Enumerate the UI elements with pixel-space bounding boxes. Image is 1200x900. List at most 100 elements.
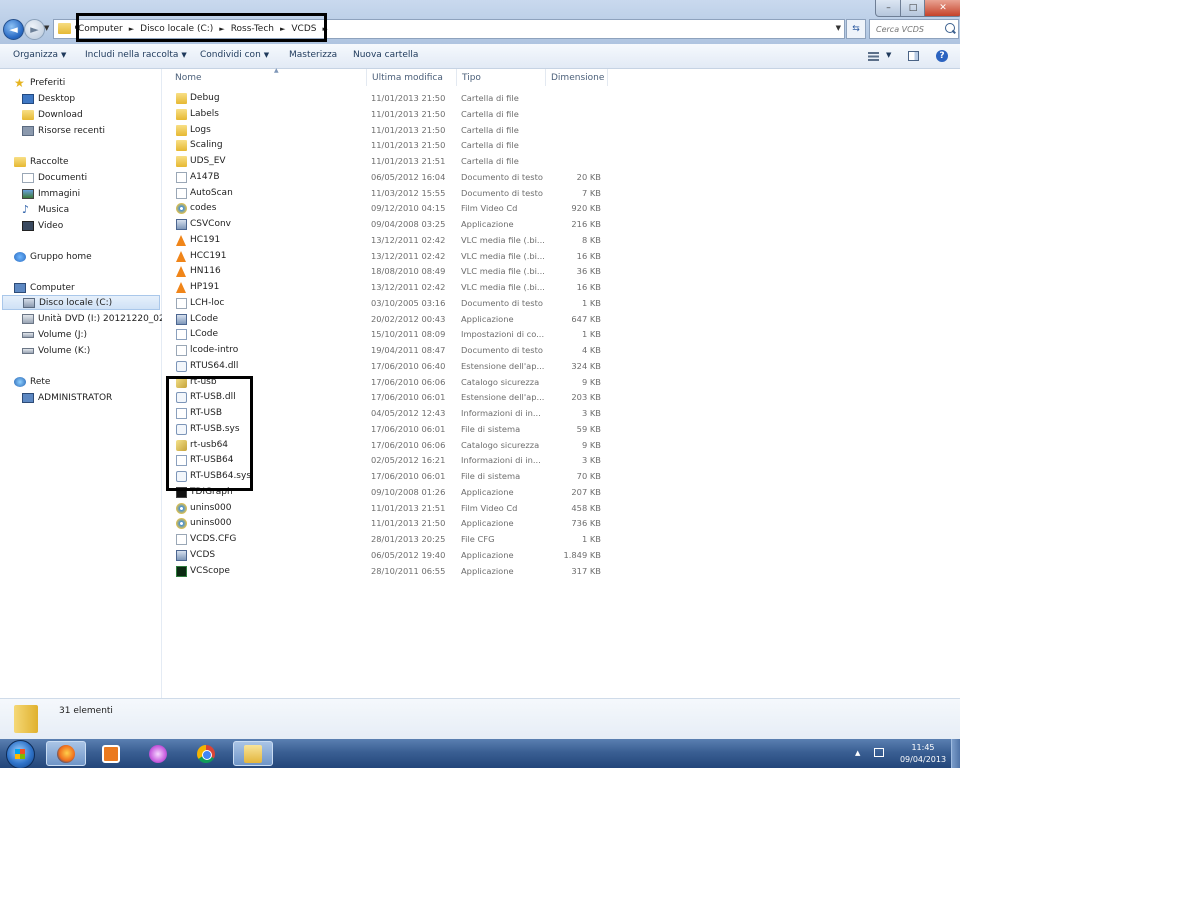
file-row[interactable]: HC191 13/12/2011 02:42 VLC media file (.bi… xyxy=(172,233,622,249)
organize-menu[interactable]: Organizza ▼ xyxy=(13,50,66,60)
clock-time[interactable]: 11:45 xyxy=(895,743,951,752)
file-row[interactable]: HP191 13/12/2011 02:42 VLC media file (.bi… xyxy=(172,280,622,296)
nav-music[interactable]: ♪ Musica xyxy=(22,202,69,217)
preview-pane-icon[interactable] xyxy=(908,51,919,61)
nav-homegroup-label: Gruppo home xyxy=(30,251,92,262)
nav-favorites[interactable]: ★ Preferiti xyxy=(14,75,65,90)
file-row[interactable]: Scaling 11/01/2013 21:50 Cartella di file xyxy=(172,138,622,154)
file-row[interactable]: Labels 11/01/2013 21:50 Cartella di file xyxy=(172,107,622,123)
action-center-flag-icon[interactable] xyxy=(874,748,884,757)
refresh-button[interactable]: ⇆ xyxy=(846,19,866,39)
forward-button[interactable]: ► xyxy=(24,19,45,40)
file-row[interactable]: codes 09/12/2010 04:15 Film Video Cd 920 KB xyxy=(172,201,622,217)
taskbar-media-player[interactable] xyxy=(91,741,131,766)
chevron-down-icon[interactable]: ▼ xyxy=(886,51,891,59)
file-row[interactable]: UDS_EV 11/01/2013 21:51 Cartella di file xyxy=(172,154,622,170)
search-input[interactable] xyxy=(870,20,948,38)
file-row[interactable]: Logs 11/01/2013 21:50 Cartella di file xyxy=(172,123,622,139)
address-history-dropdown-icon[interactable]: ▼ xyxy=(836,24,841,32)
file-type: Informazioni di in... xyxy=(461,455,541,466)
taskbar-chrome[interactable] xyxy=(186,741,226,766)
column-type-label: Tipo xyxy=(462,72,481,83)
file-row[interactable]: RTUS64.dll 17/06/2010 06:40 Estensione del… xyxy=(172,359,622,375)
file-modified: 11/01/2013 21:50 xyxy=(371,518,446,529)
nav-video[interactable]: Video xyxy=(22,218,63,233)
search-icon[interactable] xyxy=(945,23,955,33)
file-size: 216 KB xyxy=(571,219,601,229)
file-type: Applicazione xyxy=(461,549,514,560)
nav-computer[interactable]: Computer xyxy=(14,280,75,295)
file-row[interactable]: VCDS.CFG 28/01/2013 20:25 File CFG 1 KB xyxy=(172,532,622,548)
nav-video-label: Video xyxy=(38,220,64,231)
clock-date[interactable]: 09/04/2013 xyxy=(895,755,951,764)
file-row[interactable]: A147B 06/05/2012 16:04 Documento di testo 2… xyxy=(172,170,622,186)
close-button[interactable]: ✕ xyxy=(924,0,960,17)
column-header-size[interactable]: Dimensione xyxy=(546,69,608,86)
nav-volume-j[interactable]: Volume (J:) xyxy=(22,327,87,342)
help-icon[interactable]: ? xyxy=(936,50,948,62)
file-row[interactable]: CSVConv 09/04/2008 03:25 Applicazione 216 K… xyxy=(172,217,622,233)
file-row[interactable]: VCDS 06/05/2012 19:40 Applicazione 1.849 KB xyxy=(172,548,622,564)
show-hidden-icons-icon[interactable]: ▲ xyxy=(855,749,860,757)
sort-ascending-icon: ▲ xyxy=(274,67,279,74)
file-modified: 09/12/2010 04:15 xyxy=(371,203,446,214)
taskbar-firefox[interactable] xyxy=(46,741,86,766)
nav-network[interactable]: Rete xyxy=(14,374,50,389)
burn-button[interactable]: Masterizza xyxy=(289,50,337,60)
file-row[interactable]: HN116 18/08/2010 08:49 VLC media file (.bi… xyxy=(172,264,622,280)
nav-desktop[interactable]: Desktop xyxy=(22,91,75,106)
details-pane: 31 elementi xyxy=(0,698,960,740)
nav-dvd[interactable]: Unità DVD (I:) 20121220_0205 xyxy=(22,311,176,326)
file-row[interactable]: lcode-intro 19/04/2011 08:47 Documento di … xyxy=(172,343,622,359)
recent-pages-dropdown-icon[interactable]: ▼ xyxy=(44,24,49,32)
maximize-button[interactable]: □ xyxy=(900,0,926,17)
include-in-library-menu[interactable]: Includi nella raccolta ▼ xyxy=(85,50,187,60)
file-modified: 28/01/2013 20:25 xyxy=(371,534,446,544)
taskbar-explorer[interactable] xyxy=(233,741,273,766)
file-modified: 28/10/2011 06:55 xyxy=(371,565,446,576)
file-row[interactable]: HCC191 13/12/2011 02:42 VLC media file (.b… xyxy=(172,249,622,265)
file-row[interactable]: LCode 15/10/2011 08:09 Impostazioni di co.… xyxy=(172,327,622,343)
nav-documents[interactable]: Documenti xyxy=(22,170,87,185)
file-modified: 03/10/2005 03:16 xyxy=(371,297,446,308)
file-name: HN116 xyxy=(190,266,221,277)
show-desktop-button[interactable] xyxy=(951,739,960,768)
start-button[interactable] xyxy=(6,740,35,768)
file-name: unins000 xyxy=(190,502,232,513)
minimize-button[interactable]: – xyxy=(875,0,902,17)
file-name: CSVConv xyxy=(190,219,231,229)
file-size: 647 KB xyxy=(571,313,601,324)
column-header-type[interactable]: Tipo xyxy=(457,69,546,86)
nav-homegroup[interactable]: Gruppo home xyxy=(14,249,92,264)
change-view-icon[interactable] xyxy=(868,52,879,61)
new-folder-button[interactable]: Nuova cartella xyxy=(353,50,418,60)
share-with-menu[interactable]: Condividi con ▼ xyxy=(200,50,269,60)
nav-volume-k[interactable]: Volume (K:) xyxy=(22,343,90,358)
back-button[interactable]: ◄ xyxy=(3,19,24,40)
file-row[interactable]: LCode 20/02/2012 00:43 Applicazione 647 KB xyxy=(172,312,622,328)
file-row[interactable]: LCH-loc 03/10/2005 03:16 Documento di test… xyxy=(172,296,622,312)
nav-administrator[interactable]: ADMINISTRATOR xyxy=(22,390,112,405)
nav-computer-label: Computer xyxy=(30,282,75,293)
file-row[interactable]: AutoScan 11/03/2012 15:55 Documento di tes… xyxy=(172,186,622,202)
column-header-name[interactable]: Nome ▲ xyxy=(170,67,367,86)
column-header-modified[interactable]: Ultima modifica xyxy=(367,69,457,86)
file-modified: 13/12/2011 02:42 xyxy=(371,250,446,261)
nav-disk-c[interactable]: Disco locale (C:) xyxy=(2,295,160,310)
file-row[interactable]: unins000 11/01/2013 21:50 Applicazione 736 … xyxy=(172,516,622,532)
taskbar-messenger[interactable] xyxy=(138,741,178,766)
nav-libraries[interactable]: Raccolte xyxy=(14,154,69,169)
text-file-icon xyxy=(176,187,187,199)
file-row[interactable]: Debug 11/01/2013 21:50 Cartella di file xyxy=(172,91,622,107)
file-name: HCC191 xyxy=(190,250,227,261)
nav-download[interactable]: Download xyxy=(22,107,83,122)
homegroup-icon xyxy=(14,251,26,262)
nav-volume-j-label: Volume (J:) xyxy=(38,329,88,340)
nav-recent[interactable]: Risorse recenti xyxy=(22,123,105,138)
computer-icon xyxy=(14,282,26,293)
nav-images[interactable]: Immagini xyxy=(22,186,80,201)
file-name: LCode xyxy=(190,329,219,340)
file-row[interactable]: VCScope 28/10/2011 06:55 Applicazione 317 K… xyxy=(172,564,622,580)
file-size: 4 KB xyxy=(581,345,601,355)
file-row[interactable]: unins000 11/01/2013 21:51 Film Video Cd 458… xyxy=(172,501,622,517)
